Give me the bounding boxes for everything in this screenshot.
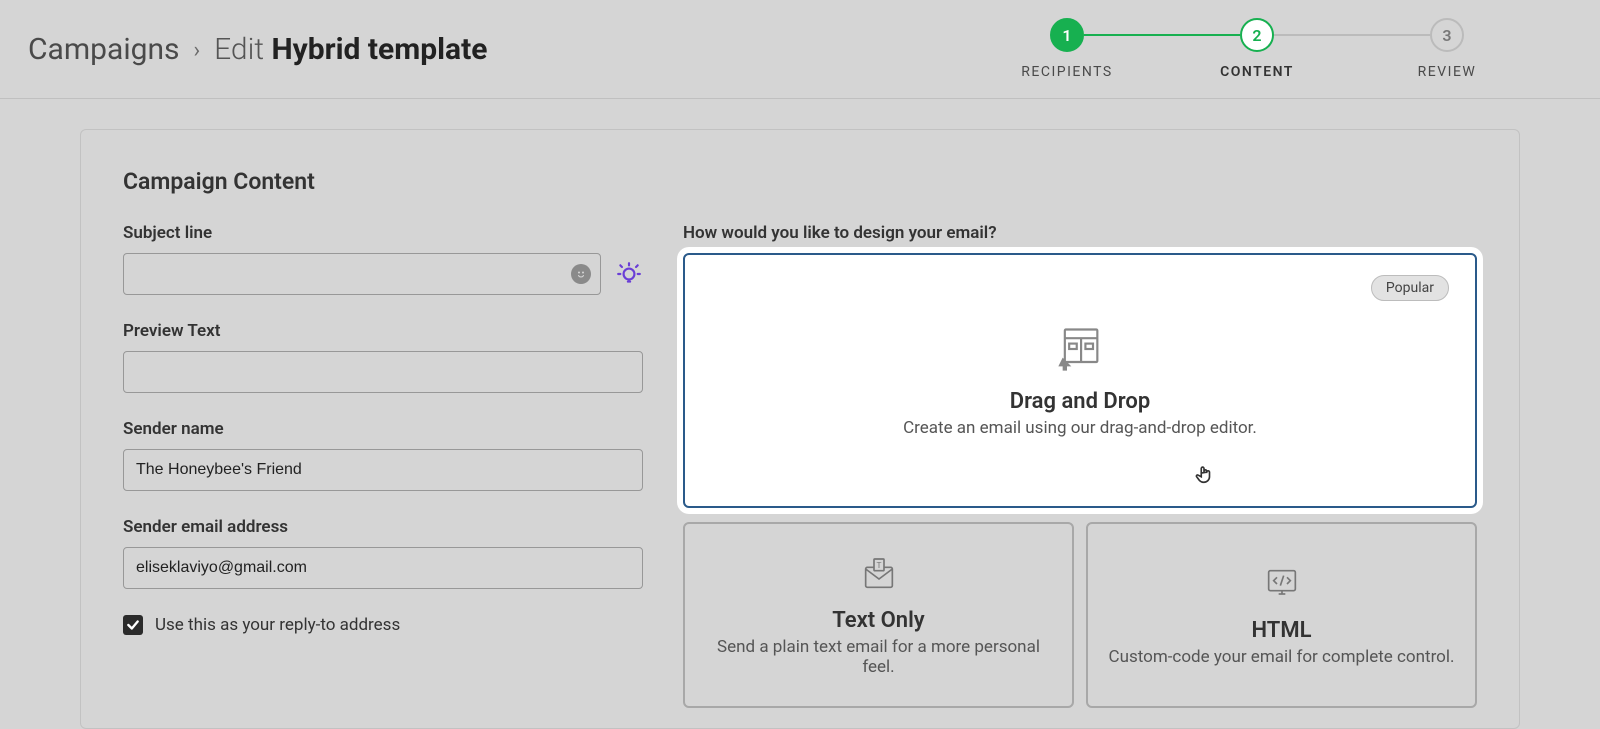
form-column: Subject line (123, 223, 643, 708)
step-content[interactable]: 2 CONTENT (1162, 18, 1352, 80)
breadcrumb-edit: Edit (214, 32, 264, 67)
card-heading: Campaign Content (123, 168, 1477, 195)
step-1-circle: 1 (1050, 18, 1084, 52)
sender-name-field: Sender name (123, 419, 643, 491)
step-2-circle: 2 (1240, 18, 1274, 52)
option-html[interactable]: HTML Custom-code your email for complete… (1086, 522, 1477, 708)
step-recipients[interactable]: 1 RECIPIENTS (972, 18, 1162, 80)
step-review[interactable]: 3 REVIEW (1352, 18, 1542, 80)
design-question: How would you like to design your email? (683, 223, 1477, 243)
textonly-title: Text Only (832, 608, 924, 633)
reply-to-checkbox[interactable] (123, 615, 143, 635)
sender-name-input[interactable] (123, 449, 643, 491)
subject-label: Subject line (123, 223, 643, 243)
hand-cursor-icon (1193, 462, 1215, 486)
option-drag-and-drop[interactable]: Popular Drag and Drop Create an email us… (683, 253, 1477, 508)
step-3-label: REVIEW (1418, 64, 1477, 80)
breadcrumb-root[interactable]: Campaigns (28, 32, 180, 67)
option-text-only[interactable]: T Text Only Send a plain text email for … (683, 522, 1074, 708)
step-connector-1 (1084, 34, 1240, 36)
sender-email-field: Sender email address (123, 517, 643, 589)
svg-text:T: T (876, 561, 881, 571)
preview-text-field: Preview Text (123, 321, 643, 393)
popular-badge: Popular (1371, 275, 1449, 301)
chevron-right-icon: › (194, 38, 201, 63)
sender-email-label: Sender email address (123, 517, 643, 537)
step-1-label: RECIPIENTS (1021, 64, 1112, 80)
step-connector-2 (1274, 34, 1430, 36)
step-3-circle: 3 (1430, 18, 1464, 52)
subject-input[interactable] (123, 253, 601, 295)
stepper: 1 RECIPIENTS 2 CONTENT 3 REVIEW (972, 18, 1572, 80)
text-only-icon: T (859, 554, 899, 594)
reply-to-checkbox-row: Use this as your reply-to address (123, 615, 643, 635)
textonly-desc: Send a plain text email for a more perso… (704, 637, 1052, 677)
html-title: HTML (1252, 618, 1312, 643)
design-column: How would you like to design your email?… (683, 223, 1477, 708)
emoji-icon[interactable] (571, 264, 591, 284)
subject-field: Subject line (123, 223, 643, 295)
breadcrumb-title: Hybrid template (271, 32, 487, 67)
html-icon (1262, 564, 1302, 604)
step-2-label: CONTENT (1220, 64, 1294, 80)
page-header: Campaigns › Edit Hybrid template 1 RECIP… (0, 0, 1600, 99)
preview-text-input[interactable] (123, 351, 643, 393)
html-desc: Custom-code your email for complete cont… (1109, 647, 1455, 667)
preview-text-label: Preview Text (123, 321, 643, 341)
dragdrop-title: Drag and Drop (1010, 389, 1150, 414)
dragdrop-desc: Create an email using our drag-and-drop … (903, 418, 1257, 438)
breadcrumb: Campaigns › Edit Hybrid template (28, 32, 487, 67)
lightbulb-icon[interactable] (615, 260, 643, 288)
content-card: Campaign Content Subject line (80, 129, 1520, 729)
reply-to-label: Use this as your reply-to address (155, 615, 400, 635)
drag-drop-icon (1054, 323, 1106, 375)
sender-name-label: Sender name (123, 419, 643, 439)
sender-email-input[interactable] (123, 547, 643, 589)
